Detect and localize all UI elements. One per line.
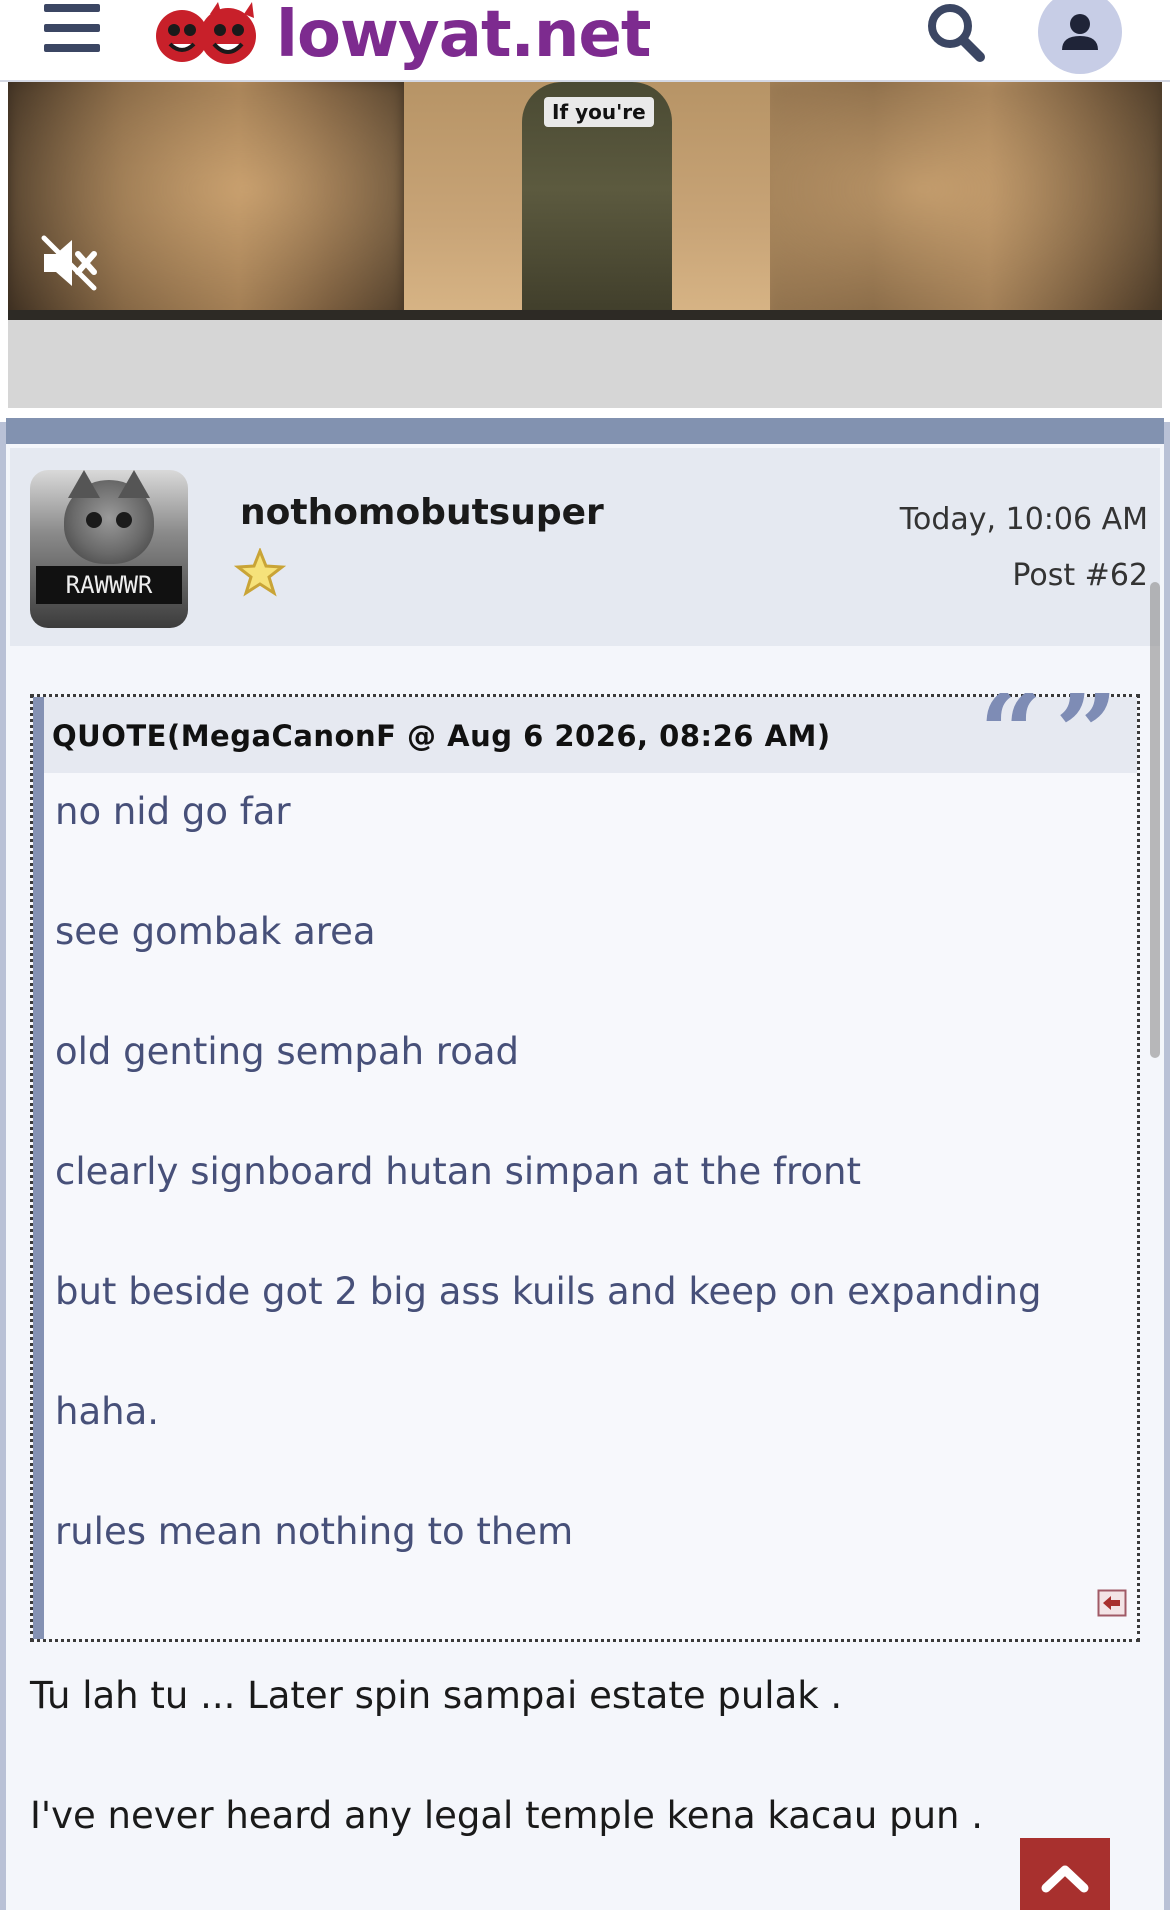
- quote-mark-icon: “ ”: [979, 668, 1135, 797]
- quote-header: QUOTE(MegaCanonF @ Aug 6 2026, 08:26 AM)…: [44, 668, 1137, 797]
- quote-line: haha.: [55, 1390, 160, 1433]
- video-player[interactable]: If you're: [8, 82, 1162, 320]
- post-number[interactable]: Post #62: [1012, 558, 1148, 593]
- post-timestamp: Today, 10:06 AM: [899, 502, 1148, 537]
- post-body: QUOTE(MegaCanonF @ Aug 6 2026, 08:26 AM)…: [10, 646, 1160, 1910]
- video-caption: If you're: [544, 97, 654, 127]
- video-placeholder-area: [8, 320, 1162, 408]
- video-progress-bar[interactable]: [8, 310, 1162, 320]
- avatar-label: RAWWWR: [36, 566, 182, 604]
- video-frame-center: If you're: [404, 82, 770, 320]
- quote-line: no nid go far: [55, 790, 291, 833]
- quote-line: clearly signboard hutan simpan at the fr…: [55, 1150, 862, 1193]
- quote-line: old genting sempah road: [55, 1030, 519, 1073]
- quote-line: rules mean nothing to them: [55, 1510, 574, 1553]
- scroll-to-top-button[interactable]: [1020, 1838, 1110, 1910]
- site-header: lowyat.net: [0, 0, 1170, 82]
- search-icon[interactable]: [922, 0, 990, 64]
- reply-text: Tu lah tu ... Later spin sampai estate p…: [30, 1674, 843, 1717]
- chevron-up-icon: [1041, 1865, 1089, 1893]
- hamburger-menu-icon[interactable]: [44, 4, 100, 56]
- svg-text:“: “: [979, 693, 1042, 773]
- quote-content: no nid go far see gombak area old gentin…: [55, 783, 1041, 1623]
- username[interactable]: nothomobutsuper: [240, 492, 604, 533]
- user-icon[interactable]: [1038, 0, 1122, 74]
- quote-bar: [33, 697, 44, 1639]
- mute-icon[interactable]: [38, 232, 100, 294]
- reply-text: I've never heard any legal temple kena k…: [30, 1794, 984, 1837]
- quote-line: see gombak area: [55, 910, 376, 953]
- quote-title: QUOTE(MegaCanonF @ Aug 6 2026, 08:26 AM): [52, 719, 831, 753]
- post-divider: [6, 418, 1164, 444]
- cat-avatar-image: [64, 470, 154, 564]
- avatar[interactable]: RAWWWR: [30, 470, 188, 628]
- star-icon: [233, 546, 287, 598]
- logo-text: lowyat.net: [276, 0, 651, 72]
- mascot-icon: [156, 2, 256, 64]
- svg-text:”: ”: [1055, 693, 1118, 773]
- post-header: RAWWWR nothomobutsuper Today, 10:06 AM P…: [10, 448, 1160, 646]
- site-logo[interactable]: lowyat.net: [152, 0, 651, 74]
- quote-line: but beside got 2 big ass kuils and keep …: [55, 1270, 1042, 1313]
- video-embed: If you're: [0, 82, 1170, 422]
- quote-block: QUOTE(MegaCanonF @ Aug 6 2026, 08:26 AM)…: [30, 668, 1140, 1642]
- back-arrow-icon[interactable]: [1097, 1589, 1127, 1617]
- scrollbar[interactable]: [1150, 582, 1160, 1058]
